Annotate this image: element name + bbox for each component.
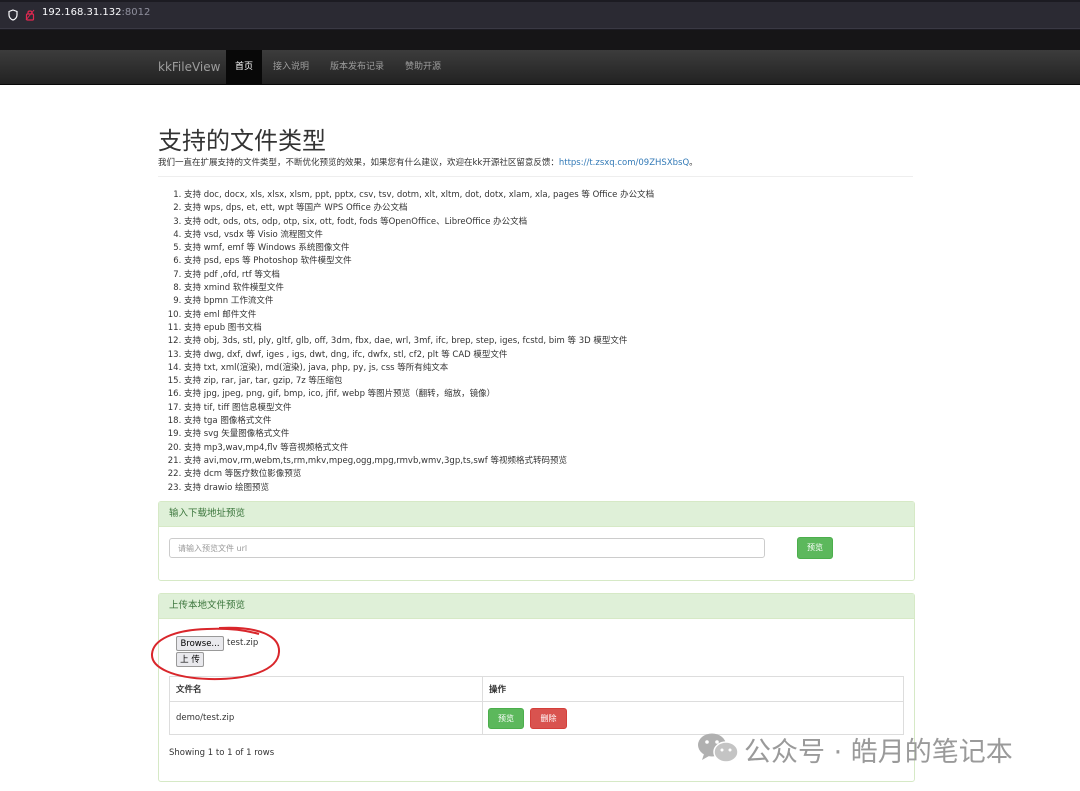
list-item: 支持 odt, ods, ots, odp, otp, six, ott, fo… — [184, 216, 884, 229]
selected-file-name: test.zip — [227, 638, 259, 648]
site-navbar: kkFileView 首页 接入说明 版本发布记录 赞助开源 — [0, 50, 1080, 85]
browser-toolbar: 192.168.31.132:8012 — [0, 0, 1080, 30]
page-lead: 我们一直在扩展支持的文件类型，不断优化预览的效果，如果您有什么建议，欢迎在kk开… — [158, 156, 698, 168]
list-item: 支持 tif, tiff 图信息模型文件 — [184, 402, 884, 415]
list-item: 支持 bpmn 工作流文件 — [184, 295, 884, 308]
list-item: 支持 xmind 软件模型文件 — [184, 282, 884, 295]
list-item: 支持 mp3,wav,mp4,flv 等音视频格式文件 — [184, 442, 884, 455]
pagination-info: Showing 1 to 1 of 1 rows — [169, 748, 275, 758]
list-item: 支持 pdf ,ofd, rtf 等文档 — [184, 269, 884, 282]
list-item: 支持 doc, docx, xls, xlsx, xlsm, ppt, pptx… — [184, 189, 884, 202]
list-item: 支持 dcm 等医疗数位影像预览 — [184, 468, 884, 481]
actions-cell: 预览 删除 — [482, 701, 904, 735]
column-header-filename[interactable]: 文件名 — [169, 676, 483, 702]
upload-button[interactable]: 上 传 — [176, 652, 204, 667]
list-item: 支持 vsd, vsdx 等 Visio 流程图文件 — [184, 229, 884, 242]
page-title: 支持的文件类型 — [158, 127, 326, 155]
list-item: 支持 zip, rar, jar, tar, gzip, 7z 等压缩包 — [184, 375, 884, 388]
row-preview-button[interactable]: 预览 — [488, 708, 524, 729]
insecure-lock-icon[interactable] — [25, 9, 35, 21]
list-item: 支持 epub 图书文档 — [184, 322, 884, 335]
toolbar-gap — [0, 30, 1080, 50]
browse-button[interactable]: Browse... — [176, 636, 224, 651]
url-text[interactable]: 192.168.31.132:8012 — [42, 7, 150, 18]
list-item: 支持 wmf, emf 等 Windows 系统图像文件 — [184, 242, 884, 255]
list-item: 支持 drawio 绘图预览 — [184, 482, 884, 495]
column-header-actions[interactable]: 操作 — [482, 676, 904, 702]
row-delete-button[interactable]: 删除 — [530, 708, 567, 729]
lead-end: 。 — [689, 158, 698, 168]
shield-icon[interactable] — [8, 9, 18, 21]
url-input[interactable]: 请输入预览文件 url — [169, 538, 765, 558]
table-header-row: 文件名 操作 — [169, 676, 904, 702]
upload-panel-heading: 上传本地文件预览 — [159, 594, 914, 619]
list-item: 支持 avi,mov,rm,webm,ts,rm,mkv,mpeg,ogg,mp… — [184, 455, 884, 468]
upload-panel: 上传本地文件预览 Browse... test.zip 上 传 文件名 操作 d… — [158, 593, 915, 782]
url-port: :8012 — [121, 7, 151, 18]
list-item: 支持 psd, eps 等 Photoshop 软件模型文件 — [184, 255, 884, 268]
url-host: 192.168.31.132 — [42, 7, 122, 18]
address-bar[interactable]: 192.168.31.132:8012 — [0, 2, 1080, 29]
url-preview-panel: 输入下载地址预览 请输入预览文件 url 预览 — [158, 501, 915, 581]
list-item: 支持 obj, 3ds, stl, ply, gltf, glb, off, 3… — [184, 335, 884, 348]
brand-link[interactable]: kkFileView — [158, 60, 220, 74]
list-item: 支持 svg 矢量图像格式文件 — [184, 428, 884, 441]
lead-text: 我们一直在扩展支持的文件类型，不断优化预览的效果，如果您有什么建议，欢迎在kk开… — [158, 158, 559, 168]
nav-home[interactable]: 首页 — [226, 50, 263, 84]
file-type-list: 支持 doc, docx, xls, xlsx, xlsm, ppt, pptx… — [158, 189, 884, 495]
list-item: 支持 eml 邮件文件 — [184, 309, 884, 322]
list-item: 支持 txt, xml(渲染), md(渲染), java, php, py, … — [184, 362, 884, 375]
list-item: 支持 wps, dps, et, ett, wpt 等国产 WPS Office… — [184, 202, 884, 215]
nav-sponsor[interactable]: 赞助开源 — [405, 50, 441, 84]
url-panel-heading: 输入下载地址预览 — [159, 502, 914, 527]
nav-integration-guide[interactable]: 接入说明 — [273, 50, 309, 84]
file-name-cell: demo/test.zip — [169, 701, 483, 735]
list-item: 支持 dwg, dxf, dwf, iges , igs, dwt, dng, … — [184, 349, 884, 362]
list-item: 支持 jpg, jpeg, png, gif, bmp, ico, jfif, … — [184, 388, 884, 401]
table-row: demo/test.zip 预览 删除 — [169, 701, 904, 735]
divider — [158, 176, 913, 177]
community-link[interactable]: https://t.zsxq.com/09ZHSXbsQ — [559, 158, 689, 168]
file-table: 文件名 操作 demo/test.zip 预览 删除 — [169, 676, 904, 735]
url-preview-button[interactable]: 预览 — [797, 537, 833, 559]
nav-release-notes[interactable]: 版本发布记录 — [330, 50, 384, 84]
list-item: 支持 tga 图像格式文件 — [184, 415, 884, 428]
